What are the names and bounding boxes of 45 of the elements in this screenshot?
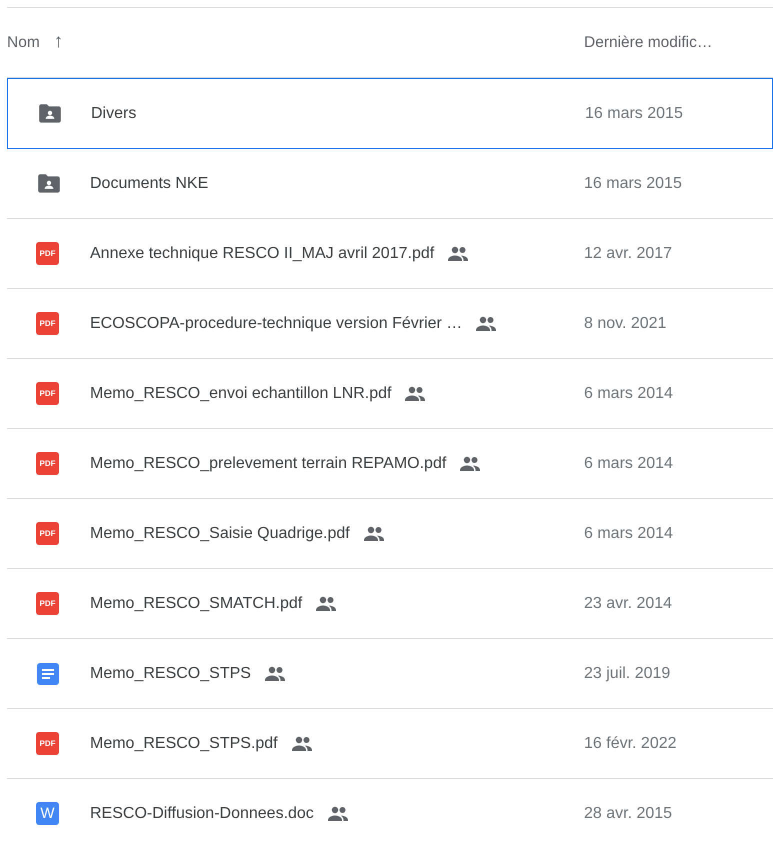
file-row[interactable]: PDF Memo_RESCO_SMATCH.pdf 23 avr. 2014 bbox=[7, 569, 773, 639]
name-column-header[interactable]: Nom bbox=[7, 30, 40, 54]
modified-date: 16 févr. 2022 bbox=[584, 734, 677, 754]
file-row[interactable]: Documents NKE 16 mars 2015 bbox=[7, 149, 773, 219]
pdf-file-icon: PDF bbox=[36, 522, 59, 545]
sort-arrow-icon[interactable]: ↑ bbox=[54, 28, 64, 57]
pdf-file-icon: PDF bbox=[36, 452, 59, 475]
file-name: Memo_RESCO_prelevement terrain REPAMO.pdf bbox=[90, 454, 446, 474]
file-row[interactable]: PDF Memo_RESCO_Saisie Quadrige.pdf 6 mars 2014 bbox=[7, 499, 773, 569]
file-name: ECOSCOPA-procedure-technique version Février … bbox=[90, 314, 462, 334]
modified-date: 6 mars 2014 bbox=[584, 454, 673, 474]
word-file-icon: W bbox=[36, 802, 59, 825]
file-row[interactable]: Divers 16 mars 2015 bbox=[7, 78, 773, 149]
file-name: Annexe technique RESCO II_MAJ avril 2017.pdf bbox=[90, 244, 434, 264]
modified-date: 8 nov. 2021 bbox=[584, 314, 666, 334]
date-column-header[interactable]: Dernière modific… bbox=[584, 30, 712, 54]
modified-date: 16 mars 2015 bbox=[585, 104, 683, 124]
file-row[interactable]: Memo_RESCO_STPS 23 juil. 2019 bbox=[7, 639, 773, 709]
pdf-file-icon: PDF bbox=[36, 242, 59, 265]
file-name: Documents NKE bbox=[90, 174, 208, 194]
file-name: Memo_RESCO_Saisie Quadrige.pdf bbox=[90, 524, 350, 544]
file-row[interactable]: PDF Memo_RESCO_envoi echantillon LNR.pdf 6 mars 2014 bbox=[7, 359, 773, 429]
pdf-file-icon: PDF bbox=[36, 732, 59, 755]
pdf-file-icon: PDF bbox=[36, 592, 59, 615]
file-name: Memo_RESCO_envoi echantillon LNR.pdf bbox=[90, 384, 392, 404]
file-name: Memo_RESCO_STPS bbox=[90, 664, 251, 684]
file-row[interactable]: W RESCO-Diffusion-Donnees.doc 28 avr. 2015 bbox=[7, 779, 773, 841]
modified-date: 28 avr. 2015 bbox=[584, 804, 672, 824]
file-row[interactable]: PDF ECOSCOPA-procedure-technique version Février … 8 nov. 2021 bbox=[7, 289, 773, 359]
modified-date: 6 mars 2014 bbox=[584, 524, 673, 544]
modified-date: 23 avr. 2014 bbox=[584, 594, 672, 614]
pdf-file-icon: PDF bbox=[36, 382, 59, 405]
file-row[interactable]: PDF Annexe technique RESCO II_MAJ avril 2017.pdf 12 avr. 2017 bbox=[7, 219, 773, 289]
file-name: Memo_RESCO_STPS.pdf bbox=[90, 734, 278, 754]
file-row[interactable]: PDF Memo_RESCO_prelevement terrain REPAMO.pdf 6 mars 2014 bbox=[7, 429, 773, 499]
modified-date: 16 mars 2015 bbox=[584, 174, 682, 194]
modified-date: 6 mars 2014 bbox=[584, 384, 673, 404]
document-icon bbox=[36, 662, 60, 686]
file-name: Divers bbox=[91, 104, 136, 124]
file-name: RESCO-Diffusion-Donnees.doc bbox=[90, 804, 314, 824]
modified-date: 12 avr. 2017 bbox=[584, 244, 672, 264]
file-name: Memo_RESCO_SMATCH.pdf bbox=[90, 594, 302, 614]
pdf-file-icon: PDF bbox=[36, 312, 59, 335]
modified-date: 23 juil. 2019 bbox=[584, 664, 670, 684]
file-row[interactable]: PDF Memo_RESCO_STPS.pdf 16 févr. 2022 bbox=[7, 709, 773, 779]
